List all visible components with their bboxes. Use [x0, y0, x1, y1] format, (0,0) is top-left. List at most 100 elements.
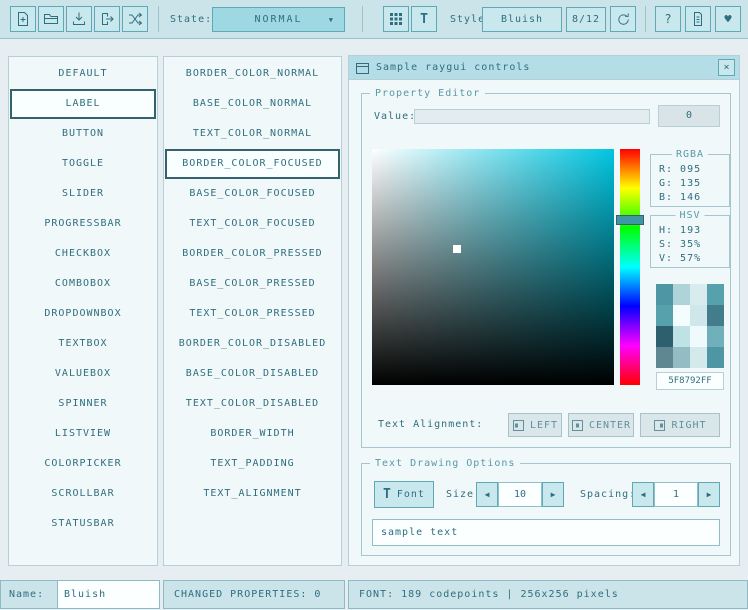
open-file-button[interactable]	[38, 6, 64, 32]
text-drawing-options-title: Text Drawing Options	[370, 457, 520, 470]
spacing-label: Spacing:	[580, 481, 636, 508]
list-item[interactable]: STATUSBAR	[10, 509, 156, 539]
color-swatch[interactable]	[673, 347, 690, 368]
close-button[interactable]: ×	[718, 59, 735, 76]
window-titlebar[interactable]: Sample raygui controls ×	[349, 56, 739, 80]
color-swatch[interactable]	[673, 326, 690, 347]
reload-style-button[interactable]	[610, 6, 636, 32]
hue-handle[interactable]	[616, 215, 644, 225]
color-swatch[interactable]	[690, 347, 707, 368]
hsv-group: HSV H: 193 S: 35% V: 57%	[650, 215, 730, 268]
align-right-label: RIGHT	[671, 420, 706, 431]
color-picker-panel[interactable]	[372, 149, 614, 385]
color-swatch[interactable]	[707, 305, 724, 326]
hex-value-box[interactable]: 5F8792FF	[656, 372, 724, 390]
color-swatch[interactable]	[690, 305, 707, 326]
export-icon	[99, 11, 115, 27]
export-file-button[interactable]	[94, 6, 120, 32]
new-file-button[interactable]	[10, 6, 36, 32]
color-swatch[interactable]	[690, 326, 707, 347]
spacing-increment-button[interactable]: ▶	[698, 482, 720, 507]
sample-text-box[interactable]: sample text	[372, 519, 720, 546]
list-item[interactable]: COLORPICKER	[10, 449, 156, 479]
grid-icon	[389, 12, 403, 26]
hue-bar[interactable]	[620, 149, 640, 385]
list-item[interactable]: TEXT_COLOR_NORMAL	[165, 119, 340, 149]
list-item[interactable]: SPINNER	[10, 389, 156, 419]
value-box[interactable]: 0	[658, 105, 720, 127]
style-name-button[interactable]: Bluish	[482, 7, 562, 32]
list-item[interactable]: TOGGLE	[10, 149, 156, 179]
size-value-box[interactable]: 10	[498, 482, 542, 507]
list-item[interactable]: PROGRESSBAR	[10, 209, 156, 239]
list-item[interactable]: BORDER_COLOR_FOCUSED	[165, 149, 340, 179]
list-item[interactable]: SCROLLBAR	[10, 479, 156, 509]
state-dropdown[interactable]: NORMAL ▼	[212, 7, 345, 32]
list-item[interactable]: TEXT_COLOR_PRESSED	[165, 299, 340, 329]
color-swatch[interactable]	[656, 347, 673, 368]
list-item[interactable]: VALUEBOX	[10, 359, 156, 389]
color-swatch[interactable]	[707, 347, 724, 368]
arrow-right-icon: ▶	[551, 490, 556, 499]
color-swatch[interactable]	[707, 326, 724, 347]
list-item[interactable]: DEFAULT	[10, 59, 156, 89]
list-item[interactable]: BORDER_COLOR_NORMAL	[165, 59, 340, 89]
text-alignment-label: Text Alignment:	[378, 413, 483, 437]
font-editor-button[interactable]: T	[411, 6, 437, 32]
status-changed-properties: CHANGED PROPERTIES: 0	[163, 580, 345, 609]
list-item[interactable]: BUTTON	[10, 119, 156, 149]
rgba-g-value: G: 135	[659, 177, 729, 191]
list-item[interactable]: CHECKBOX	[10, 239, 156, 269]
value-slider[interactable]	[414, 109, 650, 124]
toolbar: State: NORMAL ▼ T Style: Bluish 8/12	[0, 0, 748, 39]
properties-list-panel: BORDER_COLOR_NORMALBASE_COLOR_NORMALTEXT…	[163, 56, 342, 566]
list-item[interactable]: TEXT_PADDING	[165, 449, 340, 479]
color-swatch[interactable]	[656, 326, 673, 347]
align-left-icon	[512, 419, 525, 432]
color-swatch[interactable]	[656, 305, 673, 326]
info-button[interactable]	[685, 6, 711, 32]
list-item[interactable]: COMBOBOX	[10, 269, 156, 299]
style-name-input[interactable]: Bluish	[58, 581, 159, 608]
list-item[interactable]: BORDER_COLOR_DISABLED	[165, 329, 340, 359]
sponsor-button[interactable]: ♥	[715, 6, 741, 32]
hsv-h-value: H: 193	[659, 224, 729, 238]
align-left-button[interactable]: LEFT	[508, 413, 562, 437]
help-icon: ?	[664, 12, 671, 26]
save-file-button[interactable]	[66, 6, 92, 32]
font-button[interactable]: T Font	[374, 481, 434, 508]
list-item[interactable]: BORDER_COLOR_PRESSED	[165, 239, 340, 269]
color-swatch[interactable]	[673, 305, 690, 326]
list-item[interactable]: BORDER_WIDTH	[165, 419, 340, 449]
color-swatch[interactable]	[673, 284, 690, 305]
hsv-v-value: V: 57%	[659, 252, 729, 266]
color-swatch[interactable]	[656, 284, 673, 305]
window-title: Sample raygui controls	[376, 56, 530, 79]
list-item[interactable]: TEXT_COLOR_FOCUSED	[165, 209, 340, 239]
list-item[interactable]: BASE_COLOR_DISABLED	[165, 359, 340, 389]
color-swatch[interactable]	[690, 284, 707, 305]
list-item[interactable]: BASE_COLOR_PRESSED	[165, 269, 340, 299]
help-button[interactable]: ?	[655, 6, 681, 32]
list-item[interactable]: TEXT_ALIGNMENT	[165, 479, 340, 509]
style-index-button[interactable]: 8/12	[566, 7, 606, 32]
list-item[interactable]: LISTVIEW	[10, 419, 156, 449]
style-table-button[interactable]	[383, 6, 409, 32]
align-center-label: CENTER	[589, 420, 631, 431]
list-item[interactable]: DROPDOWNBOX	[10, 299, 156, 329]
color-swatch[interactable]	[707, 284, 724, 305]
list-item[interactable]: TEXT_COLOR_DISABLED	[165, 389, 340, 419]
align-center-button[interactable]: CENTER	[568, 413, 634, 437]
list-item[interactable]: BASE_COLOR_FOCUSED	[165, 179, 340, 209]
spacing-value-box[interactable]: 1	[654, 482, 698, 507]
spacing-decrement-button[interactable]: ◀	[632, 482, 654, 507]
size-decrement-button[interactable]: ◀	[476, 482, 498, 507]
random-style-button[interactable]	[122, 6, 148, 32]
list-item[interactable]: LABEL	[10, 89, 156, 119]
align-right-button[interactable]: RIGHT	[640, 413, 720, 437]
hsv-s-value: S: 35%	[659, 238, 729, 252]
size-increment-button[interactable]: ▶	[542, 482, 564, 507]
list-item[interactable]: SLIDER	[10, 179, 156, 209]
list-item[interactable]: BASE_COLOR_NORMAL	[165, 89, 340, 119]
list-item[interactable]: TEXTBOX	[10, 329, 156, 359]
